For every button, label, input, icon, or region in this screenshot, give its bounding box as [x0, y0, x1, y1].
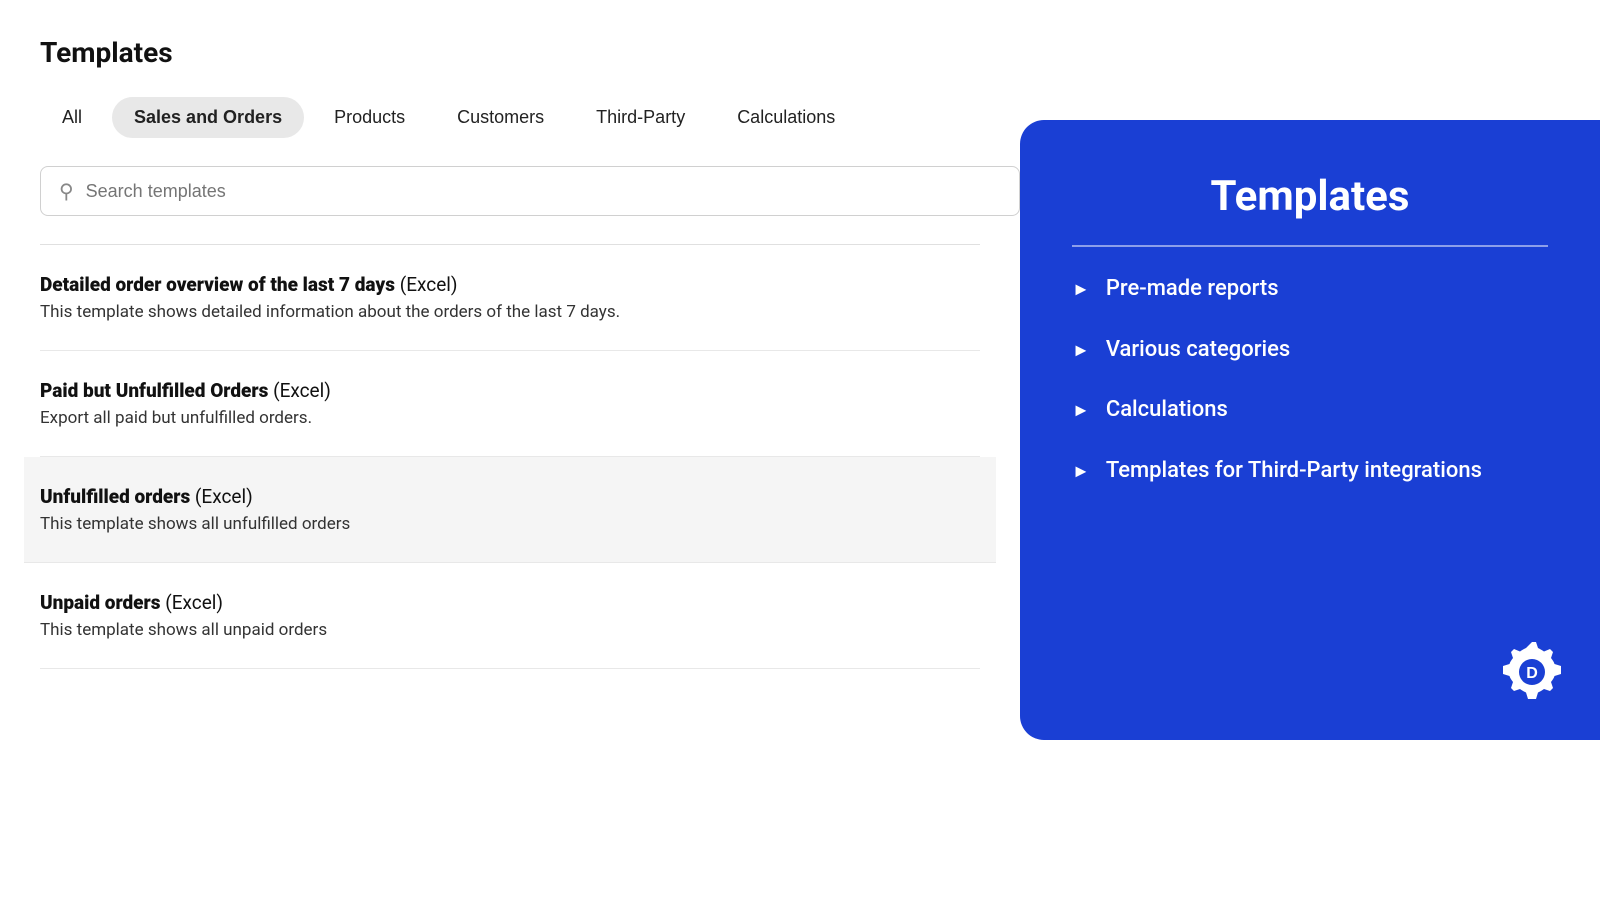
panel-feature-item: ► Templates for Third-Party integrations: [1072, 457, 1548, 486]
tab-products[interactable]: Products: [312, 97, 427, 138]
panel-feature-item: ► Various categories: [1072, 336, 1548, 365]
template-title-3: Unfulfilled orders (Excel): [40, 485, 980, 508]
tab-sales-and-orders[interactable]: Sales and Orders: [112, 97, 304, 138]
list-item: Detailed order overview of the last 7 da…: [40, 245, 980, 351]
arrow-icon: ►: [1072, 278, 1090, 301]
template-title-4: Unpaid orders (Excel): [40, 591, 980, 614]
tab-customers[interactable]: Customers: [435, 97, 566, 138]
template-desc-1: This template shows detailed information…: [40, 302, 980, 322]
panel-feature-item: ► Pre-made reports: [1072, 275, 1548, 304]
tab-calculations[interactable]: Calculations: [715, 97, 857, 138]
list-item: Unfulfilled orders (Excel) This template…: [24, 457, 996, 563]
search-icon: ⚲: [59, 179, 74, 203]
tab-all[interactable]: All: [40, 97, 104, 138]
arrow-icon: ►: [1072, 399, 1090, 422]
search-input[interactable]: [86, 181, 1001, 202]
list-item: Unpaid orders (Excel) This template show…: [40, 563, 980, 669]
arrow-icon: ►: [1072, 460, 1090, 483]
panel-title: Templates: [1072, 172, 1548, 247]
promo-panel: Templates ► Pre-made reports ► Various c…: [1020, 120, 1600, 740]
template-title-1: Detailed order overview of the last 7 da…: [40, 273, 980, 296]
list-item: Paid but Unfulfilled Orders (Excel) Expo…: [40, 351, 980, 457]
template-title-2: Paid but Unfulfilled Orders (Excel): [40, 379, 980, 402]
tab-third-party[interactable]: Third-Party: [574, 97, 707, 138]
panel-feature-item: ► Calculations: [1072, 396, 1548, 425]
tab-bar: All Sales and Orders Products Customers …: [40, 97, 980, 138]
arrow-icon: ►: [1072, 339, 1090, 362]
template-desc-4: This template shows all unpaid orders: [40, 620, 980, 640]
panel-feature-list: ► Pre-made reports ► Various categories …: [1072, 275, 1548, 485]
gear-badge-icon: D: [1492, 632, 1572, 712]
page-title: Templates: [40, 36, 980, 69]
svg-text:D: D: [1526, 665, 1538, 682]
template-desc-3: This template shows all unfulfilled orde…: [40, 514, 980, 534]
template-desc-2: Export all paid but unfulfilled orders.: [40, 408, 980, 428]
search-bar: ⚲: [40, 166, 1020, 216]
